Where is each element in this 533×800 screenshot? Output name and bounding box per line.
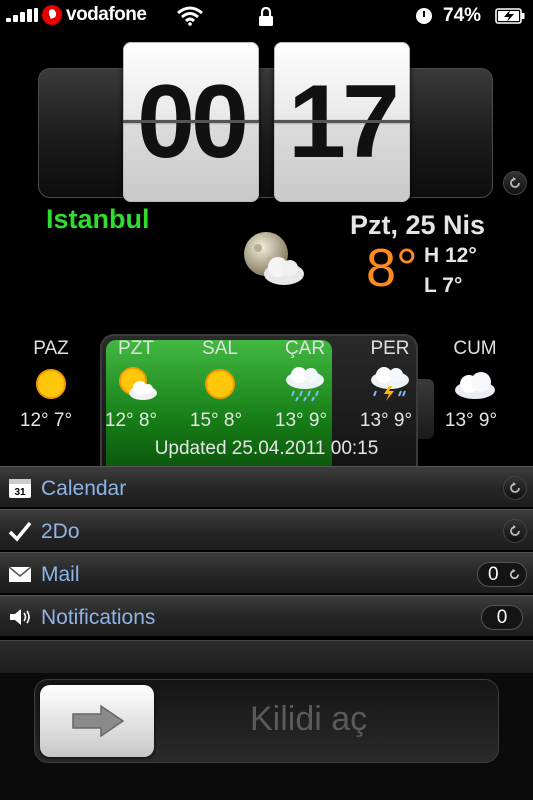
rain-cloud-icon — [286, 367, 324, 402]
refresh-icon — [510, 177, 520, 188]
lock-icon — [259, 7, 273, 26]
vodafone-logo — [42, 5, 62, 25]
arrow-right-icon — [72, 704, 125, 738]
forecast-temps: 13° 9° — [444, 410, 498, 431]
unlock-label: Kilidi aç — [250, 700, 368, 738]
forecast-day: CUM — [453, 338, 497, 359]
forecast-day: ÇAR — [284, 338, 326, 359]
forecast-temps: 12° 7° — [19, 410, 73, 431]
battery-percent: 74% — [443, 5, 482, 26]
calendar-label: Calendar — [41, 477, 127, 500]
forecast-temps: 13° 9° — [274, 410, 328, 431]
forecast-day: PER — [370, 338, 410, 359]
unlock-slider-knob[interactable] — [40, 685, 154, 757]
speaker-icon — [10, 609, 30, 625]
forecast-day: SAL — [202, 338, 238, 359]
notifications-count-badge[interactable]: 0 — [481, 605, 523, 630]
forecast-day: PZT — [118, 338, 154, 359]
2do-refresh-button[interactable] — [503, 519, 527, 543]
checkmark-icon — [8, 521, 32, 542]
mail-icon — [8, 566, 32, 582]
calendar-icon-day: 31 — [14, 487, 26, 498]
calendar-icon: 31 — [9, 479, 31, 498]
battery-charging-icon — [495, 8, 525, 24]
calendar-row[interactable]: 31 Calendar — [0, 466, 533, 508]
alarm-clock-icon — [416, 8, 432, 24]
forecast-temps: 15° 8° — [189, 410, 243, 431]
status-bar: vodafone 74% — [0, 0, 533, 30]
weather-updated-time: Updated 25.04.2011 00:15 — [154, 438, 379, 459]
clock-widget-frame — [38, 68, 493, 198]
notifications-count: 0 — [496, 607, 508, 628]
clock-minutes-card: 17 — [274, 42, 410, 202]
refresh-icon — [510, 482, 520, 493]
carrier-name: vodafone — [66, 4, 147, 25]
weather-refresh-button[interactable] — [503, 171, 527, 195]
current-temperature: 8° — [366, 238, 418, 298]
moon-cloud-icon — [244, 232, 304, 285]
sun-cloud-icon — [119, 367, 157, 400]
sun-icon — [205, 369, 235, 399]
cloud-icon — [455, 372, 495, 399]
mail-count: 0 — [488, 564, 499, 585]
sun-icon — [36, 369, 66, 399]
mail-label: Mail — [41, 563, 80, 586]
wifi-icon — [177, 6, 203, 26]
2do-label: 2Do — [41, 520, 80, 543]
refresh-icon — [510, 525, 520, 536]
mail-row[interactable]: Mail 0 — [0, 552, 533, 594]
forecast-temps: 13° 9° — [359, 410, 413, 431]
low-temperature: L 7° — [424, 274, 463, 297]
notifications-label: Notifications — [41, 606, 156, 629]
notifications-row[interactable]: Notifications 0 — [0, 595, 533, 637]
flip-hinge — [274, 120, 410, 123]
forecast-temps: 12° 8° — [104, 410, 158, 431]
refresh-icon — [509, 568, 520, 580]
signal-icon — [6, 8, 38, 22]
lockscreen-spacer — [0, 640, 533, 673]
clock-hours-card: 00 — [123, 42, 259, 202]
weather-city: Istanbul — [46, 204, 150, 234]
high-temperature: H 12° — [424, 244, 477, 267]
mail-count-badge[interactable]: 0 — [477, 562, 527, 587]
2do-row[interactable]: 2Do — [0, 509, 533, 551]
weather-date: Pzt, 25 Nis — [349, 210, 485, 240]
calendar-refresh-button[interactable] — [503, 476, 527, 500]
flip-hinge — [123, 120, 259, 123]
thunder-cloud-icon — [371, 367, 409, 401]
forecast-day: PAZ — [33, 338, 69, 359]
